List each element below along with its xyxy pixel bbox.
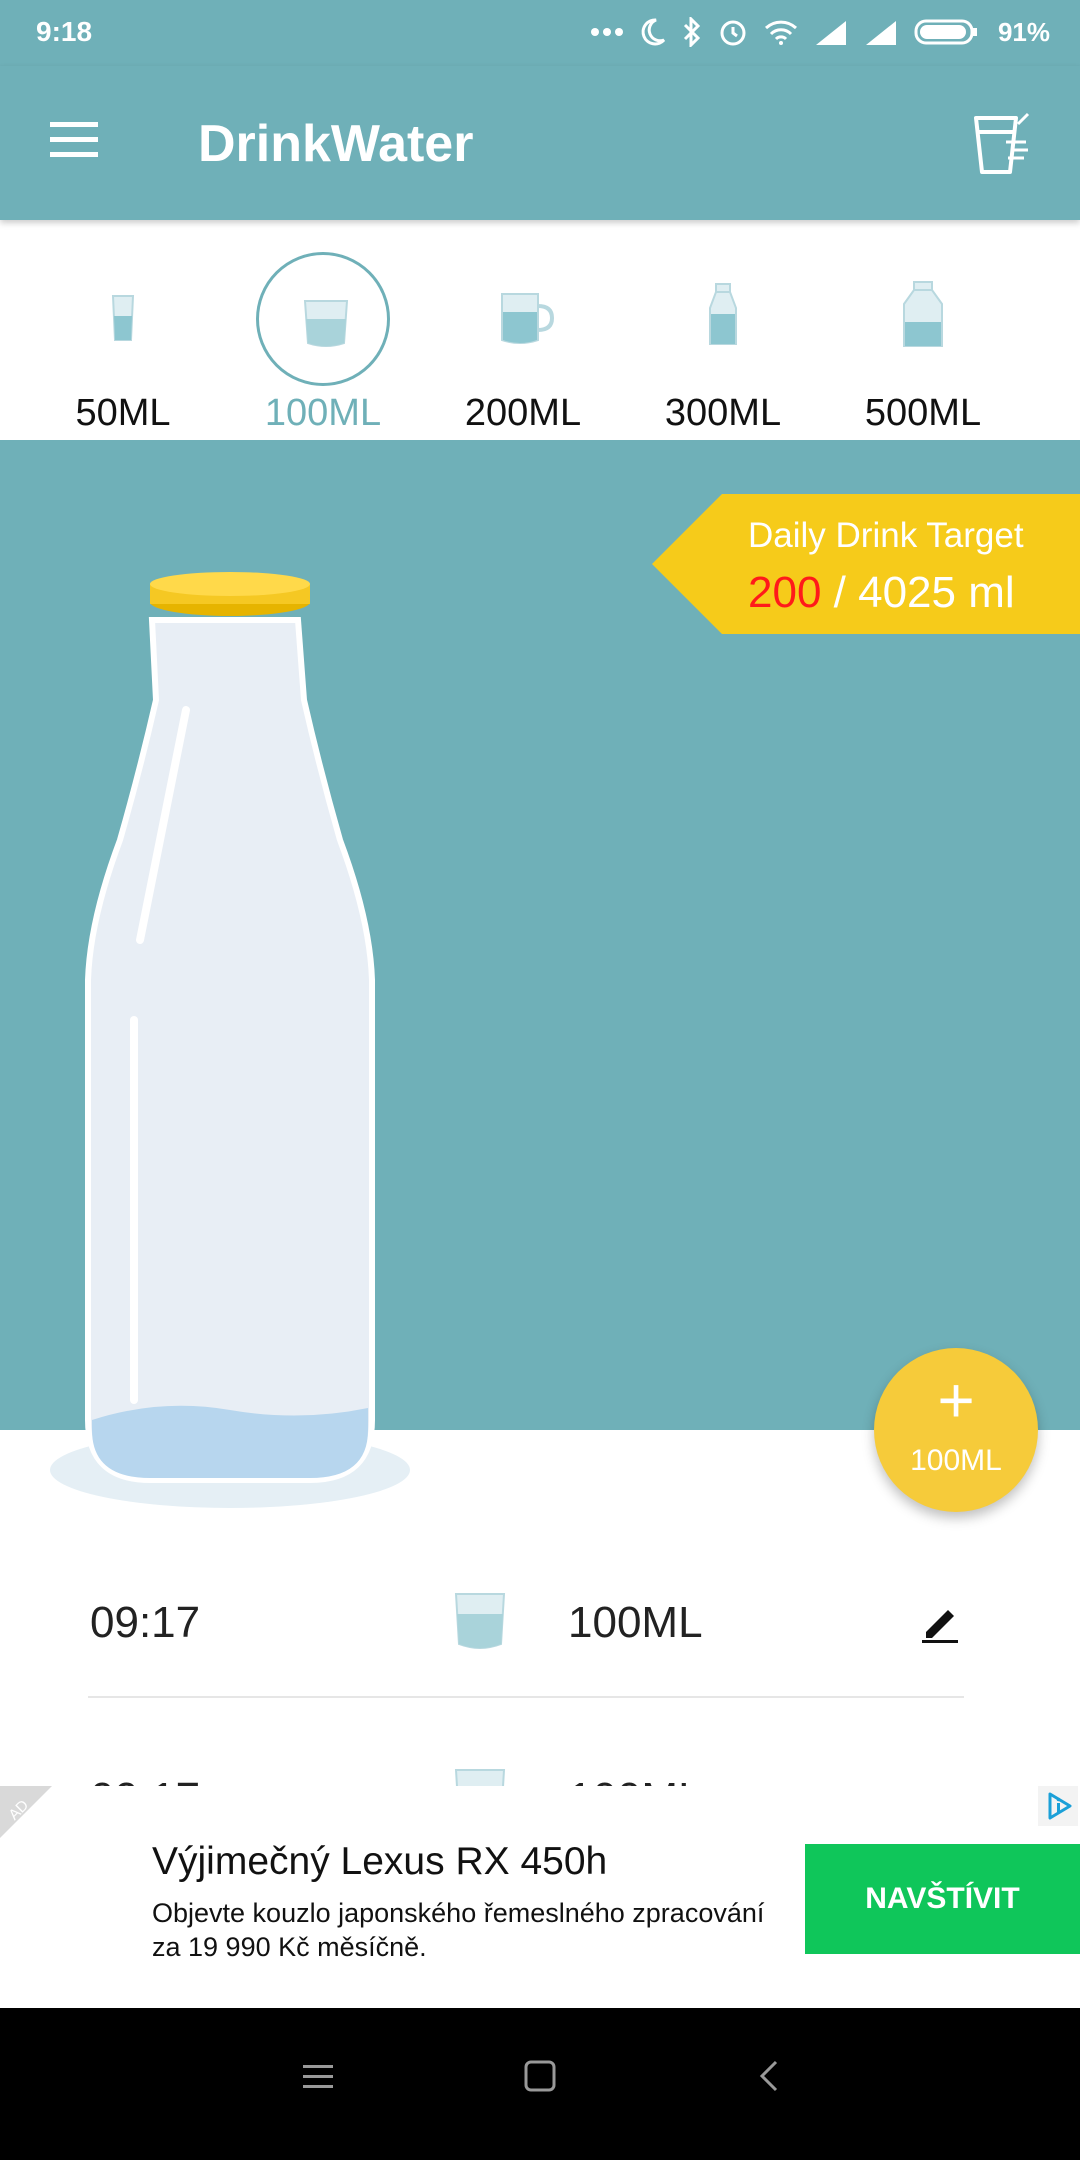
app-bar: DrinkWater bbox=[0, 66, 1080, 220]
target-values: 200 / 4025 ml bbox=[748, 568, 1015, 618]
water-bottle-illustration bbox=[50, 572, 410, 1508]
size-label: 100ML bbox=[264, 392, 382, 434]
history-row[interactable]: 09:17 100ML bbox=[88, 1548, 964, 1698]
status-bar: 9:18 91% bbox=[0, 0, 1080, 66]
glass-icon bbox=[303, 300, 349, 347]
size-icon-frame bbox=[256, 252, 390, 386]
daily-target-badge: Daily Drink Target 200 / 4025 ml bbox=[652, 494, 1080, 634]
target-separator: / bbox=[821, 568, 859, 617]
size-option-300ml[interactable]: 300ML bbox=[643, 234, 803, 434]
size-icon-frame bbox=[456, 252, 590, 386]
battery-percent: 91% bbox=[997, 16, 1050, 47]
recent-apps-icon[interactable] bbox=[300, 2058, 336, 2094]
ad-banner[interactable]: AD Výjimečný Lexus RX 450h Objevte kouzl… bbox=[0, 1786, 1080, 2008]
size-selector: 50ML 100ML 200ML 300ML 500ML bbox=[0, 220, 1080, 440]
hamburger-menu-icon bbox=[50, 122, 98, 157]
cup-settings-icon bbox=[974, 112, 1030, 174]
add-drink-amount: 100ML bbox=[910, 1444, 1002, 1477]
app-title: DrinkWater bbox=[198, 115, 474, 173]
ad-visit-button[interactable]: NAVŠTÍVIT bbox=[805, 1844, 1080, 1954]
bottle-water bbox=[92, 1405, 368, 1478]
size-option-100ml[interactable]: 100ML bbox=[243, 234, 403, 434]
menu-button[interactable] bbox=[40, 110, 108, 170]
history-amount: 100ML bbox=[568, 1598, 703, 1647]
more-dots-icon bbox=[590, 28, 623, 36]
size-option-200ml[interactable]: 200ML bbox=[443, 234, 603, 434]
wifi-icon bbox=[764, 20, 797, 45]
size-icon-frame bbox=[656, 252, 790, 386]
signal-icon bbox=[815, 21, 846, 45]
size-icon-frame bbox=[856, 252, 990, 386]
system-navigation-bar bbox=[0, 2008, 1080, 2160]
cup-settings-button[interactable] bbox=[968, 108, 1032, 178]
signal-icon-2 bbox=[865, 21, 896, 45]
moon-icon bbox=[641, 18, 666, 46]
home-icon[interactable] bbox=[522, 2058, 558, 2094]
status-time: 9:18 bbox=[36, 16, 93, 47]
size-label: 300ML bbox=[664, 392, 782, 434]
back-icon[interactable] bbox=[752, 2058, 788, 2094]
size-option-50ml[interactable]: 50ML bbox=[43, 234, 203, 434]
plus-icon: + bbox=[937, 1364, 975, 1436]
small-glass-icon bbox=[111, 295, 135, 341]
bluetooth-icon bbox=[683, 17, 701, 47]
target-current: 200 bbox=[748, 568, 822, 617]
size-icon-frame bbox=[56, 252, 190, 386]
ad-info-icon[interactable] bbox=[1038, 1786, 1078, 1826]
size-label: 500ML bbox=[864, 392, 982, 434]
bottle-cap-top bbox=[150, 572, 310, 596]
ad-corner-marker: AD bbox=[0, 1786, 52, 1838]
row-divider bbox=[88, 1696, 964, 1698]
small-bottle-icon bbox=[709, 283, 737, 345]
ad-description: Objevte kouzlo japonského řemeslného zpr… bbox=[152, 1898, 765, 1962]
size-option-500ml[interactable]: 500ML bbox=[843, 234, 1003, 434]
size-label: 50ML bbox=[75, 392, 171, 434]
alarm-icon bbox=[720, 20, 746, 46]
ad-title: Výjimečný Lexus RX 450h bbox=[152, 1840, 608, 1883]
mug-icon bbox=[501, 293, 555, 344]
add-drink-button[interactable]: + 100ML bbox=[874, 1348, 1038, 1512]
status-icons: 91% bbox=[590, 14, 1050, 50]
history-time: 09:17 bbox=[90, 1598, 201, 1647]
edit-pencil-icon[interactable] bbox=[918, 1600, 962, 1644]
target-total: 4025 ml bbox=[858, 568, 1015, 617]
battery-icon bbox=[914, 19, 977, 45]
size-label: 200ML bbox=[464, 392, 582, 434]
large-bottle-icon bbox=[903, 281, 943, 347]
glass-icon bbox=[454, 1593, 506, 1649]
target-title: Daily Drink Target bbox=[748, 516, 1024, 555]
